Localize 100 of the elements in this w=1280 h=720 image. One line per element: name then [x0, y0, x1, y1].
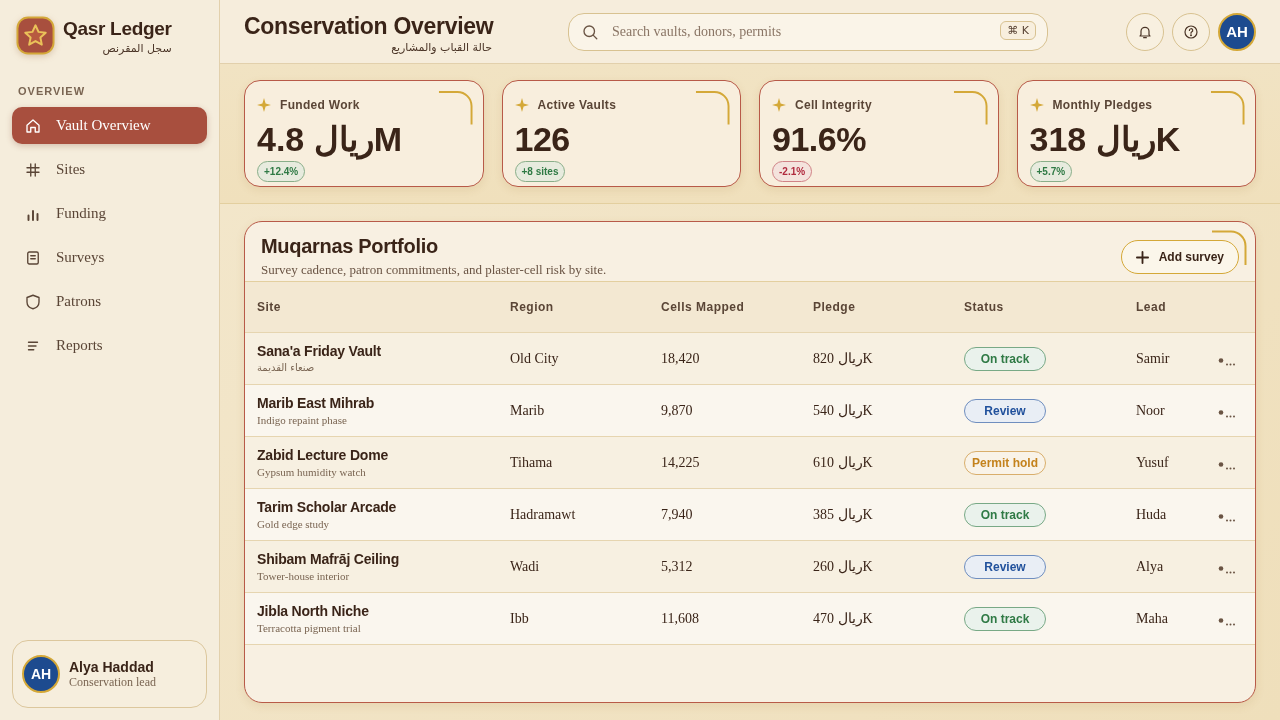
table-cell: ريال 260K — [813, 558, 873, 575]
column-header: Site — [257, 300, 281, 314]
site-note: صنعاء القديمة — [257, 360, 315, 375]
more-icon[interactable] — [1218, 355, 1236, 366]
site-note: Indigo repaint phase — [257, 412, 347, 428]
stat-value: ريال 4.8M — [257, 119, 403, 159]
table-cell: Hadramawt — [510, 506, 576, 523]
site-name: Marib East Mihrab — [257, 393, 375, 412]
nav-item[interactable]: Vault Overview — [12, 107, 207, 144]
more-icon[interactable] — [1218, 511, 1236, 522]
nav-item[interactable]: Patrons — [12, 283, 207, 320]
table-cell: ريال 470K — [813, 610, 873, 627]
column-header: Lead — [1136, 300, 1166, 314]
corner-arc-icon — [695, 90, 730, 126]
panel-description: Survey cadence, patron commitments, and plaster-cell risk by site. — [261, 261, 607, 279]
table-cell: Old City — [510, 350, 559, 367]
column-header: Pledge — [813, 300, 856, 314]
more-icon[interactable] — [1218, 563, 1236, 574]
status-badge: Review — [964, 398, 1046, 423]
search-icon — [581, 22, 599, 41]
table-cell: Wadi — [510, 558, 540, 575]
nav-item[interactable]: Surveys — [12, 239, 207, 276]
more-icon[interactable] — [1218, 615, 1236, 626]
more-icon[interactable] — [1218, 407, 1236, 418]
section-label: OVERVIEW — [18, 85, 86, 97]
sparkle-icon — [772, 98, 786, 112]
table-cell: 9,870 — [661, 402, 693, 419]
table-cell: Huda — [1136, 506, 1167, 523]
delta-chip: +5.7% — [1029, 161, 1073, 182]
table-cell: 7,940 — [661, 506, 693, 523]
site-note: Gypsum humidity watch — [257, 464, 366, 480]
table-cell: ريال 385K — [813, 506, 873, 523]
page-subtitle: حالة القباب والمشاريع — [391, 39, 492, 56]
panel-title: Muqarnas Portfolio — [261, 234, 438, 258]
site-name: Zabid Lecture Dome — [257, 445, 388, 464]
stat-value: 126 — [514, 119, 571, 159]
site-name: Sana'a Friday Vault — [257, 341, 382, 360]
help-icon — [1183, 23, 1199, 40]
stat-label: Cell Integrity — [795, 98, 872, 112]
table-cell: Tihama — [510, 454, 553, 471]
site-name: Shibam Mafrāj Ceiling — [257, 549, 400, 568]
table-cell: Ibb — [510, 610, 529, 627]
user-avatar: AH — [22, 655, 60, 693]
shield-icon — [24, 292, 42, 311]
status-badge: On track — [964, 502, 1046, 527]
table-cell: 5,312 — [661, 558, 693, 575]
app-subtitle: سجل المقرنص — [102, 41, 172, 57]
app-name: Qasr Ledger — [63, 17, 172, 41]
site-name: Jibla North Niche — [257, 601, 369, 620]
site-name: Tarim Scholar Arcade — [257, 497, 397, 516]
star-logo-icon — [16, 16, 55, 55]
column-header: Status — [964, 300, 1004, 314]
table-cell: Alya — [1136, 558, 1164, 575]
status-badge: On track — [964, 346, 1046, 371]
delta-chip: +12.4% — [257, 161, 306, 182]
table-cell: Maha — [1136, 610, 1168, 627]
page-title: Conservation Overview — [244, 11, 494, 40]
column-header: Cells Mapped — [661, 300, 745, 314]
corner-arc-icon — [437, 90, 473, 126]
stat-value: ريال 318K — [1029, 119, 1181, 159]
table-cell: ريال 820K — [813, 350, 873, 367]
sparkle-icon — [514, 98, 529, 112]
stat-label: Active Vaults — [537, 98, 617, 112]
sparkle-icon — [1029, 98, 1044, 112]
corner-arc-icon — [1210, 90, 1245, 126]
table-cell: ريال 540K — [813, 402, 873, 419]
nav-item[interactable]: Funding — [12, 195, 207, 232]
more-icon[interactable] — [1218, 459, 1236, 470]
status-badge: Review — [964, 554, 1046, 579]
sparkle-icon — [257, 98, 271, 112]
site-note: Terracotta pigment trial — [257, 620, 361, 636]
table-cell: Samir — [1136, 350, 1170, 367]
status-badge: Permit hold — [964, 450, 1046, 475]
table-cell: 14,225 — [661, 454, 700, 471]
add-survey-button[interactable]: Add survey — [1120, 240, 1239, 274]
delta-chip: +8 sites — [514, 161, 566, 182]
table-cell: Marib — [510, 402, 545, 419]
column-header: Region — [510, 300, 554, 314]
site-note: Gold edge study — [257, 516, 330, 532]
user-avatar[interactable]: AH — [1218, 12, 1256, 51]
stat-label: Monthly Pledges — [1052, 98, 1153, 112]
table-cell: ريال 610K — [813, 454, 873, 471]
delta-chip: -2.1% — [772, 161, 813, 182]
nav-item[interactable]: Sites — [12, 151, 207, 188]
plus-icon — [1135, 250, 1149, 264]
corner-arc-icon — [952, 90, 988, 126]
status-badge: On track — [964, 606, 1046, 631]
user-name: Alya Haddad — [69, 658, 154, 675]
stat-label: Funded Work — [280, 98, 360, 112]
table-cell: 11,608 — [661, 610, 699, 627]
grid-icon — [24, 160, 42, 179]
table-cell: 18,420 — [661, 350, 700, 367]
site-note: Tower-house interior — [257, 568, 350, 584]
help-button[interactable] — [1172, 12, 1210, 51]
nav-item[interactable]: Reports — [12, 327, 207, 364]
user-role: Conservation lead — [69, 674, 156, 690]
notifications-button[interactable] — [1126, 12, 1164, 51]
table-cell: Noor — [1136, 402, 1165, 419]
table-cell: Yusuf — [1136, 454, 1169, 471]
document-icon — [24, 248, 42, 267]
